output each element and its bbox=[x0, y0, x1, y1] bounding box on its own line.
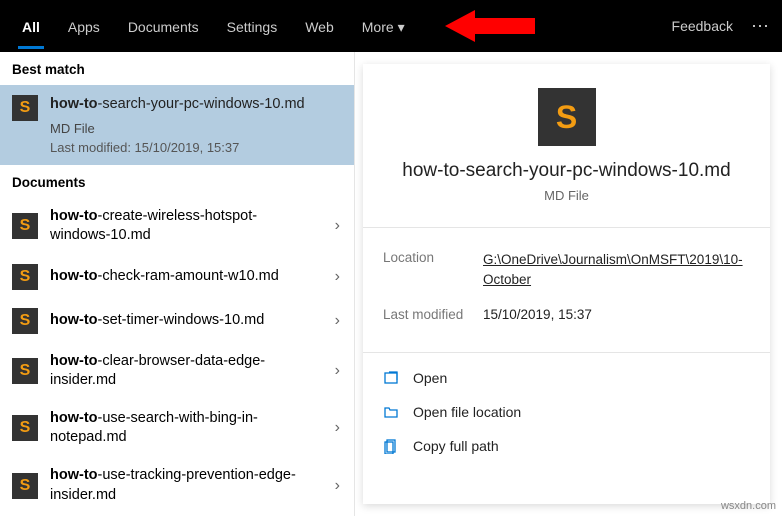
chevron-right-icon[interactable]: › bbox=[335, 477, 340, 495]
open-icon bbox=[383, 370, 399, 386]
watermark: wsxdn.com bbox=[721, 500, 776, 512]
top-tabs-bar: All Apps Documents Settings Web More▾ Fe… bbox=[0, 0, 782, 52]
preview-file-icon: S bbox=[538, 88, 596, 146]
list-item[interactable]: S how-to-set-timer-windows-10.md › bbox=[0, 299, 354, 343]
open-action[interactable]: Open bbox=[383, 361, 750, 395]
best-match-modified: Last modified: 15/10/2019, 15:37 bbox=[50, 140, 342, 155]
list-item[interactable]: S how-to-check-ram-amount-w10.md › bbox=[0, 255, 354, 299]
results-pane: Best match S how-to-search-your-pc-windo… bbox=[0, 52, 355, 516]
open-label: Open bbox=[413, 370, 447, 386]
list-item[interactable]: S how-to-use-search-with-bing-in-notepad… bbox=[0, 400, 354, 457]
sublime-file-icon: S bbox=[12, 308, 38, 334]
list-item-title: how-to-clear-browser-data-edge-insider.m… bbox=[50, 352, 342, 391]
chevron-right-icon[interactable]: › bbox=[335, 268, 340, 286]
preview-pane: S how-to-search-your-pc-windows-10.md MD… bbox=[363, 64, 770, 504]
annotation-arrow-icon bbox=[445, 8, 535, 44]
best-match-title: how-to-search-your-pc-windows-10.md bbox=[50, 95, 342, 115]
chevron-right-icon[interactable]: › bbox=[335, 419, 340, 437]
best-match-filetype: MD File bbox=[50, 121, 342, 136]
chevron-right-icon[interactable]: › bbox=[335, 362, 340, 380]
list-item-title: how-to-create-wireless-hotspot-windows-1… bbox=[50, 207, 342, 246]
list-item-title: how-to-use-tracking-prevention-edge-insi… bbox=[50, 466, 342, 505]
tab-more[interactable]: More▾ bbox=[348, 3, 419, 50]
content-area: Best match S how-to-search-your-pc-windo… bbox=[0, 52, 782, 516]
open-location-action[interactable]: Open file location bbox=[383, 395, 750, 429]
sublime-file-icon: S bbox=[12, 358, 38, 384]
location-label: Location bbox=[383, 250, 483, 291]
tab-settings[interactable]: Settings bbox=[213, 3, 292, 49]
list-item[interactable]: S how-to-create-wireless-hotspot-windows… bbox=[0, 198, 354, 255]
sublime-file-icon: S bbox=[12, 213, 38, 239]
chevron-right-icon[interactable]: › bbox=[335, 217, 340, 235]
more-options-icon[interactable]: ⋯ bbox=[751, 16, 770, 37]
sublime-file-icon: S bbox=[12, 264, 38, 290]
tab-all[interactable]: All bbox=[8, 3, 54, 49]
sublime-file-icon: S bbox=[12, 473, 38, 499]
chevron-right-icon[interactable]: › bbox=[335, 312, 340, 330]
location-link[interactable]: G:\OneDrive\Journalism\OnMSFT\2019\10-Oc… bbox=[483, 250, 750, 291]
list-item-title: how-to-set-timer-windows-10.md bbox=[50, 311, 342, 331]
open-location-label: Open file location bbox=[413, 404, 521, 420]
section-best-match: Best match bbox=[0, 52, 354, 85]
best-match-item[interactable]: S how-to-search-your-pc-windows-10.md MD… bbox=[0, 85, 354, 165]
sublime-file-icon: S bbox=[12, 415, 38, 441]
tab-web[interactable]: Web bbox=[291, 3, 348, 49]
preview-title: how-to-search-your-pc-windows-10.md bbox=[383, 160, 750, 182]
list-item[interactable]: S how-to-clear-browser-data-edge-insider… bbox=[0, 343, 354, 400]
list-item-title: how-to-check-ram-amount-w10.md bbox=[50, 267, 342, 287]
list-item-title: how-to-use-search-with-bing-in-notepad.m… bbox=[50, 409, 342, 448]
sublime-file-icon: S bbox=[12, 95, 38, 121]
copy-icon bbox=[383, 438, 399, 454]
section-documents: Documents bbox=[0, 165, 354, 198]
folder-icon bbox=[383, 404, 399, 420]
modified-label: Last modified bbox=[383, 307, 483, 322]
chevron-down-icon: ▾ bbox=[398, 19, 405, 36]
feedback-link[interactable]: Feedback bbox=[672, 18, 733, 34]
tab-apps[interactable]: Apps bbox=[54, 3, 114, 49]
copy-path-action[interactable]: Copy full path bbox=[383, 429, 750, 463]
list-item[interactable]: S how-to-use-tracking-prevention-edge-in… bbox=[0, 457, 354, 514]
preview-filetype: MD File bbox=[383, 188, 750, 203]
modified-value: 15/10/2019, 15:37 bbox=[483, 307, 750, 322]
copy-path-label: Copy full path bbox=[413, 438, 499, 454]
tab-documents[interactable]: Documents bbox=[114, 3, 213, 49]
